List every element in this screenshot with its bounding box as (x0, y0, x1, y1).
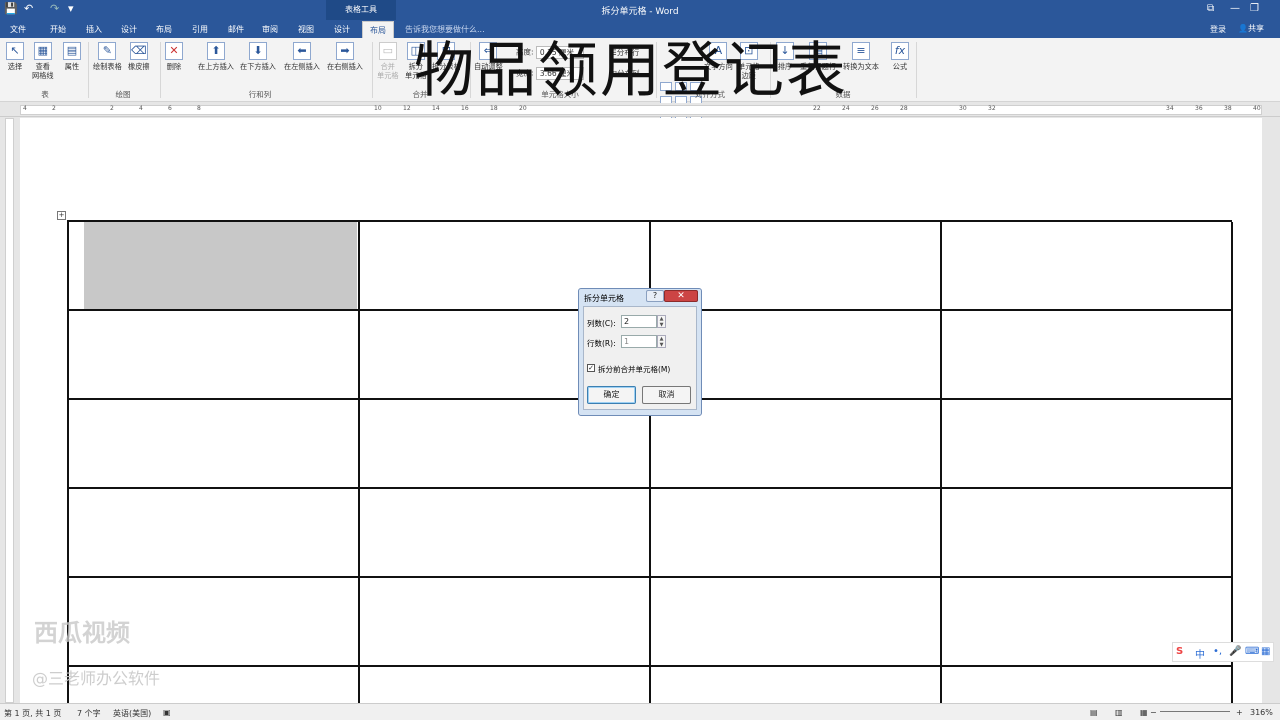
help-button[interactable]: ? (646, 290, 664, 302)
watermark-account: @三老师办公软件 (32, 669, 161, 688)
close-button[interactable]: ✕ (664, 290, 698, 302)
table-cell[interactable] (360, 667, 651, 707)
redo-icon[interactable]: ↷ (50, 2, 59, 15)
merge-before-split-label: 拆分前合并单元格(M) (598, 365, 671, 374)
table-cell[interactable] (360, 489, 651, 578)
columns-spinner[interactable]: ▲ ▼ (657, 315, 666, 328)
table-cell[interactable] (69, 222, 360, 311)
merge-before-split-checkbox[interactable]: ✓ (587, 364, 595, 372)
table-cell[interactable] (651, 667, 942, 707)
table-cell[interactable] (360, 578, 651, 667)
web-layout-icon[interactable]: ▦ (1140, 708, 1148, 717)
zoom-slider[interactable] (1160, 711, 1230, 712)
table-cell[interactable] (942, 667, 1233, 707)
table-cell[interactable] (942, 400, 1233, 489)
read-mode-icon[interactable]: ▤ (1090, 708, 1098, 717)
window-title: 拆分单元格 - Word (601, 7, 679, 17)
title-bar: 💾 ↶ ↷ ▾ 表格工具 拆分单元格 - Word ⧉ — ❐ (0, 0, 1280, 20)
keyboard-icon[interactable]: ⌨ (1245, 646, 1259, 657)
table-cell[interactable] (69, 311, 360, 400)
zoom-level[interactable]: 316% (1250, 708, 1273, 717)
table-cell[interactable] (942, 489, 1233, 578)
cancel-button[interactable]: 取消 (642, 386, 691, 404)
sogou-logo-icon: S (1176, 646, 1184, 657)
table-move-handle[interactable]: + (57, 211, 66, 220)
ime-mode[interactable]: 中 (1195, 646, 1205, 661)
watermark-brand: 西瓜视频 (34, 619, 130, 647)
word-count[interactable]: 7 个字 (77, 708, 101, 719)
ribbon-options-icon[interactable]: ⧉ (1207, 3, 1214, 14)
zoom-in-icon[interactable]: + (1236, 708, 1243, 717)
undo-icon[interactable]: ↶ (24, 2, 33, 15)
table-cell[interactable] (69, 489, 360, 578)
save-icon[interactable]: 💾 (4, 2, 18, 15)
table-cell[interactable] (942, 222, 1233, 311)
rows-spinner[interactable]: ▲ ▼ (657, 335, 666, 348)
punctuation-icon[interactable]: •, (1213, 646, 1222, 657)
ok-button[interactable]: 确定 (587, 386, 636, 404)
table-cell[interactable] (651, 578, 942, 667)
document-heading[interactable]: 物品领用登记表 (0, 22, 1262, 109)
macro-icon[interactable]: ▣ (163, 708, 171, 717)
status-bar: 第 1 页, 共 1 页 7 个字 英语(美国) ▣ ▤ ▥ ▦ − + 316… (0, 703, 1280, 720)
toolbox-icon[interactable]: ▦ (1261, 646, 1270, 657)
rows-input[interactable]: 1 (621, 335, 657, 348)
page-count[interactable]: 第 1 页, 共 1 页 (4, 708, 61, 719)
print-layout-icon[interactable]: ▥ (1115, 708, 1123, 717)
table-cell[interactable] (942, 311, 1233, 400)
columns-input[interactable]: 2 (621, 315, 657, 328)
vruler-track (5, 118, 14, 703)
columns-label: 列数(C): (587, 319, 616, 328)
ime-toolbar[interactable]: S 中 •, 🎤 ⌨ ▦ (1172, 642, 1274, 662)
language[interactable]: 英语(美国) (113, 708, 151, 719)
context-tab-group: 表格工具 (326, 0, 396, 20)
minimize-icon[interactable]: — (1230, 3, 1240, 14)
table-cell[interactable] (651, 489, 942, 578)
customize-qat-icon[interactable]: ▾ (68, 2, 74, 15)
dialog-title: 拆分单元格 (584, 294, 624, 303)
restore-icon[interactable]: ❐ (1250, 3, 1259, 14)
microphone-icon[interactable]: 🎤 (1229, 646, 1241, 657)
rows-label: 行数(R): (587, 339, 616, 348)
vertical-ruler[interactable] (0, 118, 18, 703)
table-cell[interactable] (69, 400, 360, 489)
zoom-out-icon[interactable]: − (1150, 708, 1157, 717)
